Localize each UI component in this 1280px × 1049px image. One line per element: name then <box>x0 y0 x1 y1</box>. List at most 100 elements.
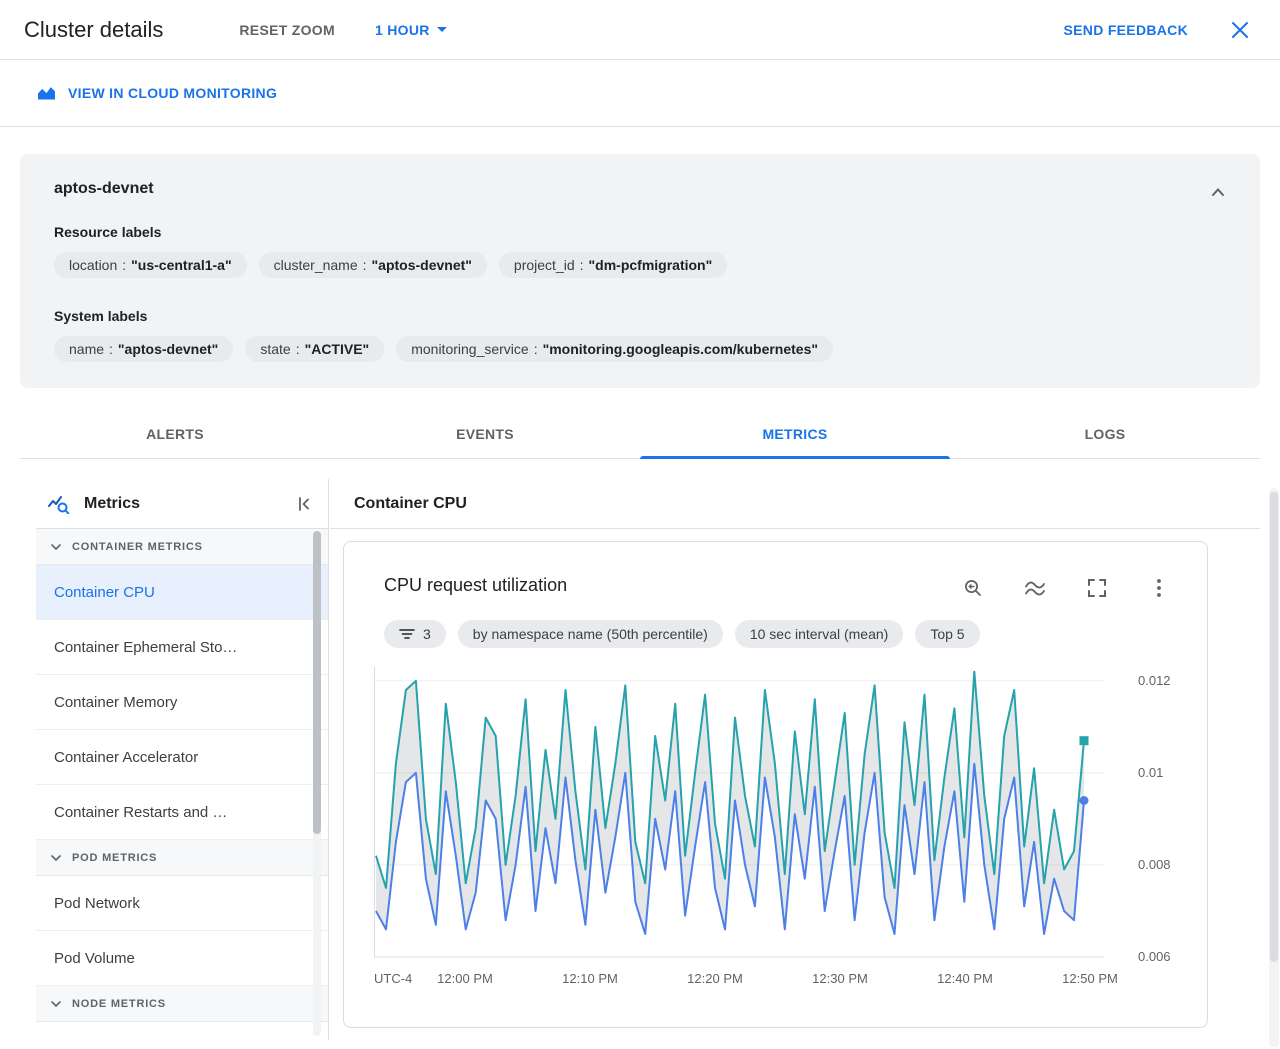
sidebar-header: Metrics <box>36 479 328 529</box>
label-separator: : <box>579 257 584 273</box>
tab-events[interactable]: EVENTS <box>330 412 640 458</box>
section-label: NODE METRICS <box>72 997 166 1010</box>
monitoring-bar: VIEW IN CLOUD MONITORING <box>0 60 1280 127</box>
sidebar-item-pod-network[interactable]: Pod Network <box>36 876 328 931</box>
collapse-sidebar-button[interactable] <box>288 488 320 520</box>
close-button[interactable] <box>1224 14 1256 46</box>
chevron-up-icon <box>1212 188 1224 196</box>
sidebar-item-container-accelerator[interactable]: Container Accelerator <box>36 730 328 785</box>
cpu-utilization-chart[interactable] <box>374 667 1104 963</box>
y-axis-label: 0.01 <box>1138 765 1164 780</box>
label-chip-name: name: "aptos-devnet" <box>54 336 234 362</box>
label-separator: : <box>295 341 300 357</box>
monitoring-link-label: VIEW IN CLOUD MONITORING <box>68 85 278 101</box>
zoom-reset-icon <box>965 580 981 596</box>
x-axis-tick-label: 12:30 PM <box>812 971 868 986</box>
section-label: POD METRICS <box>72 851 158 864</box>
more-vert-icon <box>1157 579 1161 597</box>
cluster-details-panel: Cluster details RESET ZOOM 1 HOUR SEND F… <box>0 0 1280 1049</box>
caret-down-icon <box>436 27 447 32</box>
label-separator: : <box>362 257 367 273</box>
label-separator: : <box>533 341 538 357</box>
send-feedback-button[interactable]: SEND FEEDBACK <box>1056 16 1196 44</box>
page-title: Cluster details <box>24 16 164 42</box>
y-axis-label: 0.008 <box>1138 857 1171 872</box>
area-chart-icon <box>38 86 55 99</box>
label-key: location <box>69 257 118 273</box>
time-range-dropdown[interactable]: 1 HOUR <box>367 16 455 44</box>
zoom-reset-button[interactable] <box>957 572 989 604</box>
main-panel-header: Container CPU <box>330 479 1260 529</box>
header: Cluster details RESET ZOOM 1 HOUR SEND F… <box>0 0 1280 60</box>
label-separator: : <box>122 257 127 273</box>
chart-title: CPU request utilization <box>384 575 568 595</box>
collapse-card-button[interactable] <box>1202 176 1234 208</box>
label-value: "us-central1-a" <box>131 257 232 273</box>
label-key: project_id <box>513 257 575 273</box>
close-icon <box>1232 21 1248 38</box>
x-axis-tick-label: 12:50 PM <box>1062 971 1118 986</box>
main-panel-title: Container CPU <box>354 494 467 512</box>
tab-logs[interactable]: LOGS <box>950 412 1260 458</box>
sidebar-scrollbar-thumb[interactable] <box>313 531 321 834</box>
metrics-sidebar: Metrics CONTAINER METRICS Container CPU … <box>36 479 329 1040</box>
x-axis-tick-label: 12:10 PM <box>562 971 618 986</box>
section-label: CONTAINER METRICS <box>72 540 203 553</box>
sidebar-item-container-restarts[interactable]: Container Restarts and … <box>36 785 328 840</box>
time-range-label: 1 HOUR <box>374 21 430 38</box>
tab-metrics[interactable]: METRICS <box>640 412 950 459</box>
view-in-cloud-monitoring-link[interactable]: VIEW IN CLOUD MONITORING <box>36 85 277 102</box>
filter-count-chip[interactable]: 3 <box>384 620 446 648</box>
chart-area: 0.012 0.01 0.008 0.006 UTC-4 12:00 PM 12:10 PM… <box>374 667 1199 997</box>
label-value: "aptos-devnet" <box>117 341 219 357</box>
sidebar-scrollbar[interactable] <box>313 531 321 1036</box>
label-value: "ACTIVE" <box>304 341 370 357</box>
section-pod-metrics[interactable]: POD METRICS <box>36 840 328 876</box>
sidebar-item-container-memory[interactable]: Container Memory <box>36 675 328 730</box>
label-chip-state: state: "ACTIVE" <box>245 336 385 362</box>
sidebar-item-container-cpu[interactable]: Container CPU <box>36 565 328 620</box>
chevron-down-icon <box>51 854 61 861</box>
fullscreen-icon <box>1088 579 1106 597</box>
y-axis-label: 0.006 <box>1138 949 1171 964</box>
section-container-metrics[interactable]: CONTAINER METRICS <box>36 529 328 565</box>
label-separator: : <box>109 341 113 357</box>
label-chip-project-id: project_id: "dm-pcfmigration" <box>498 252 728 278</box>
x-axis-tick-label: 12:40 PM <box>937 971 993 986</box>
chart-mode-button[interactable] <box>1019 572 1051 604</box>
page-scrollbar[interactable] <box>1269 488 1279 1047</box>
page-scrollbar-thumb[interactable] <box>1270 492 1278 962</box>
more-options-button[interactable] <box>1143 572 1175 604</box>
label-value: "monitoring.googleapis.com/kubernetes" <box>542 341 819 357</box>
groupby-chip[interactable]: by namespace name (50th percentile) <box>457 620 723 648</box>
system-labels-row: name: "aptos-devnet" state: "ACTIVE" monit… <box>54 336 1228 362</box>
fullscreen-button[interactable] <box>1081 572 1113 604</box>
label-key: cluster_name <box>273 257 358 273</box>
interval-chip[interactable]: 10 sec interval (mean) <box>734 620 904 648</box>
tab-alerts[interactable]: ALERTS <box>20 412 330 458</box>
sidebar-item-pod-volume[interactable]: Pod Volume <box>36 931 328 986</box>
label-chip-monitoring-service: monitoring_service: "monitoring.googleapi… <box>396 336 834 362</box>
label-key: state <box>260 341 291 357</box>
chart-toolbar <box>957 572 1175 604</box>
filter-count-label: 3 <box>423 626 431 642</box>
label-value: "aptos-devnet" <box>371 257 472 273</box>
top5-chip[interactable]: Top 5 <box>915 620 980 648</box>
x-axis-tick-label: 12:00 PM <box>437 971 493 986</box>
label-value: "dm-pcfmigration" <box>588 257 713 273</box>
label-key: monitoring_service <box>411 341 529 357</box>
cluster-summary-card: aptos-devnet Resource labels location: "u… <box>20 154 1260 388</box>
reset-zoom-button[interactable]: RESET ZOOM <box>231 16 343 44</box>
section-node-metrics[interactable]: NODE METRICS <box>36 986 328 1022</box>
stacked-lines-icon <box>1025 581 1045 596</box>
system-labels-heading: System labels <box>54 308 148 324</box>
cluster-name: aptos-devnet <box>54 180 154 197</box>
label-key: name <box>69 341 105 357</box>
filter-list-icon <box>399 629 415 639</box>
query-stats-icon <box>48 495 70 514</box>
chevron-down-icon <box>51 1000 61 1007</box>
metrics-main-panel: Container CPU CPU request utilization 3 … <box>330 479 1260 1040</box>
y-axis-label: 0.012 <box>1138 673 1171 688</box>
sidebar-item-container-ephemeral-storage[interactable]: Container Ephemeral Sto… <box>36 620 328 675</box>
label-chip-cluster-name: cluster_name: "aptos-devnet" <box>258 252 487 278</box>
